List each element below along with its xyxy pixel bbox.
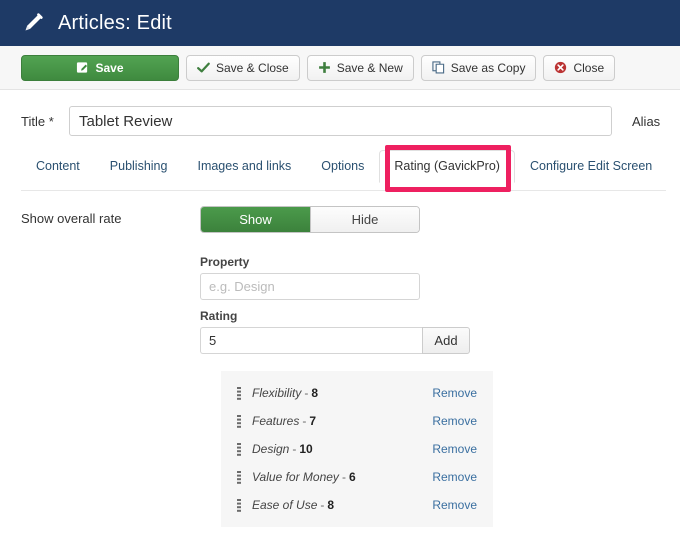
rating-form: Property Rating Add bbox=[200, 255, 472, 354]
list-item[interactable]: Value for Money - 6 Remove bbox=[221, 463, 493, 491]
remove-link[interactable]: Remove bbox=[432, 498, 477, 512]
editor-toolbar: Save Save & Close Save & New Save as Cop… bbox=[0, 46, 680, 90]
rating-item-separator: - bbox=[292, 442, 297, 456]
tab-content[interactable]: Content bbox=[21, 150, 95, 183]
show-overall-rate-row: Show overall rate Show Hide bbox=[21, 206, 680, 233]
property-label: Property bbox=[200, 255, 250, 269]
list-item[interactable]: Flexibility - 8 Remove bbox=[221, 379, 493, 407]
tab-underline bbox=[21, 190, 666, 191]
show-overall-rate-label: Show overall rate bbox=[21, 211, 122, 226]
rating-input[interactable] bbox=[200, 327, 422, 354]
rating-item-separator: - bbox=[320, 498, 325, 512]
rating-item-separator: - bbox=[304, 386, 309, 400]
tab-images-and-links[interactable]: Images and links bbox=[182, 150, 306, 183]
title-row: Title * Alias bbox=[0, 90, 680, 136]
rating-panel: Show overall rate Show Hide Property Rat… bbox=[0, 192, 680, 527]
save-as-copy-button[interactable]: Save as Copy bbox=[420, 54, 537, 81]
rating-label: Rating bbox=[200, 309, 238, 323]
remove-link[interactable]: Remove bbox=[432, 470, 477, 484]
copy-icon bbox=[432, 61, 445, 74]
edit-square-icon bbox=[76, 61, 89, 74]
rating-input-group: Add bbox=[200, 327, 470, 354]
save-and-close-button[interactable]: Save & Close bbox=[186, 54, 300, 81]
drag-handle-icon[interactable] bbox=[237, 414, 241, 428]
tab-list: Content Publishing Images and links Opti… bbox=[21, 150, 680, 183]
save-as-copy-label: Save as Copy bbox=[450, 60, 526, 75]
drag-handle-icon[interactable] bbox=[237, 442, 241, 456]
save-and-new-button[interactable]: Save & New bbox=[306, 54, 414, 81]
page-header: Articles: Edit bbox=[0, 0, 680, 46]
tab-publishing[interactable]: Publishing bbox=[95, 150, 183, 183]
rating-item-name: Features bbox=[252, 414, 300, 428]
tab-options[interactable]: Options bbox=[306, 150, 379, 183]
rating-item-value: 6 bbox=[348, 470, 356, 484]
list-item[interactable]: Features - 7 Remove bbox=[221, 407, 493, 435]
rating-list: Flexibility - 8 Remove Features - 7 Remo… bbox=[221, 371, 493, 527]
property-input[interactable] bbox=[200, 273, 420, 300]
close-button[interactable]: Close bbox=[543, 54, 616, 81]
rating-item-name: Ease of Use bbox=[252, 498, 318, 512]
rating-item-name: Flexibility bbox=[252, 386, 302, 400]
drag-handle-icon[interactable] bbox=[237, 498, 241, 512]
rating-item-separator: - bbox=[341, 470, 346, 484]
save-button[interactable]: Save bbox=[21, 54, 179, 81]
rating-item-name: Design bbox=[252, 442, 290, 456]
rating-item-name: Value for Money bbox=[252, 470, 339, 484]
check-icon bbox=[197, 62, 210, 74]
rating-item-value: 10 bbox=[299, 442, 313, 456]
save-button-label: Save bbox=[95, 60, 124, 75]
drag-handle-icon[interactable] bbox=[237, 470, 241, 484]
list-item[interactable]: Ease of Use - 8 Remove bbox=[221, 491, 493, 519]
show-hide-toggle[interactable]: Show Hide bbox=[200, 206, 420, 233]
remove-link[interactable]: Remove bbox=[432, 442, 477, 456]
tab-rating-gavickpro[interactable]: Rating (GavickPro) bbox=[379, 150, 515, 183]
rating-item-value: 8 bbox=[327, 498, 335, 512]
plus-icon bbox=[318, 61, 331, 74]
list-item[interactable]: Design - 10 Remove bbox=[221, 435, 493, 463]
tab-bar: Content Publishing Images and links Opti… bbox=[0, 150, 680, 192]
remove-link[interactable]: Remove bbox=[432, 386, 477, 400]
save-and-close-label: Save & Close bbox=[216, 60, 289, 75]
close-circle-icon bbox=[554, 61, 567, 74]
tab-configure-edit-screen[interactable]: Configure Edit Screen bbox=[515, 150, 667, 183]
title-label: Title * bbox=[21, 113, 54, 129]
pencil-icon bbox=[22, 12, 44, 34]
rating-item-separator: - bbox=[302, 414, 307, 428]
close-button-label: Close bbox=[573, 60, 605, 75]
rating-item-value: 7 bbox=[309, 414, 317, 428]
save-and-new-label: Save & New bbox=[336, 60, 403, 75]
drag-handle-icon[interactable] bbox=[237, 386, 241, 400]
alias-label: Alias bbox=[632, 113, 661, 129]
rating-item-value: 8 bbox=[311, 386, 319, 400]
add-button[interactable]: Add bbox=[422, 327, 470, 354]
toggle-hide-option[interactable]: Hide bbox=[310, 207, 419, 232]
title-input[interactable] bbox=[69, 106, 612, 136]
toggle-show-option[interactable]: Show bbox=[201, 207, 310, 232]
remove-link[interactable]: Remove bbox=[432, 414, 477, 428]
page-title: Articles: Edit bbox=[58, 11, 172, 34]
